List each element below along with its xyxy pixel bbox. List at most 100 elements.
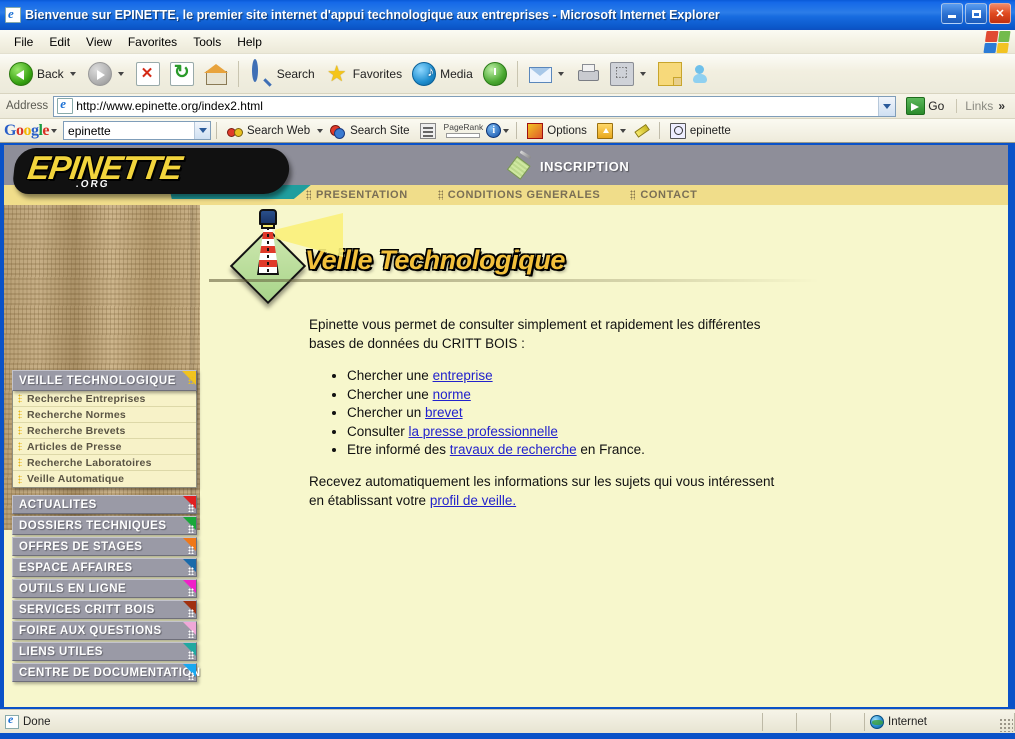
- sidebar-item-centre-de-documentation[interactable]: CENTRE DE DOCUMENTATION: [12, 663, 200, 682]
- link-brevet[interactable]: brevet: [425, 405, 463, 420]
- google-search-history-dropdown[interactable]: [194, 122, 211, 139]
- forward-button[interactable]: [83, 57, 131, 91]
- go-label: Go: [928, 99, 945, 113]
- minimize-button[interactable]: [941, 3, 963, 24]
- back-button[interactable]: Back: [4, 57, 83, 91]
- resize-grip[interactable]: [999, 718, 1013, 732]
- link-la-presse-professionnelle[interactable]: la presse professionnelle: [409, 424, 558, 439]
- toolbar-separator: [237, 60, 239, 87]
- google-options-button[interactable]: Options: [522, 122, 592, 140]
- address-input[interactable]: http://www.epinette.org/index2.html: [53, 95, 897, 117]
- sidebar-item-liens-utiles[interactable]: LIENS UTILES: [12, 642, 197, 661]
- nav-item-contact[interactable]: CONTACT: [630, 189, 697, 201]
- maximize-button[interactable]: [965, 3, 987, 24]
- google-search-web-button[interactable]: Search Web: [222, 122, 315, 140]
- home-button[interactable]: [199, 57, 233, 91]
- back-dropdown-icon[interactable]: [69, 71, 76, 76]
- logo-org-suffix: .ORG: [75, 179, 111, 190]
- google-autofill-button[interactable]: [592, 122, 618, 140]
- search-button[interactable]: Search: [244, 57, 320, 91]
- google-separator-3: [658, 122, 660, 139]
- google-menu-dropdown-icon[interactable]: [51, 128, 58, 133]
- title-divider: [209, 279, 819, 282]
- search-web-dropdown-icon[interactable]: [317, 128, 324, 133]
- google-highlight-button[interactable]: [628, 122, 654, 140]
- link-profil-de-veille[interactable]: profil de veille.: [430, 493, 516, 508]
- links-button[interactable]: Links »: [956, 99, 1011, 113]
- page-info-icon[interactable]: i: [486, 123, 502, 138]
- stop-button[interactable]: [131, 57, 165, 91]
- sidebar-item-recherche-laboratoires[interactable]: Recherche Laboratoires: [13, 455, 196, 471]
- menu-item-edit[interactable]: Edit: [41, 33, 78, 51]
- forward-dropdown-icon[interactable]: [117, 71, 124, 76]
- mail-button[interactable]: [523, 57, 571, 91]
- back-arrow-icon: [9, 61, 33, 86]
- menu-item-file[interactable]: File: [6, 33, 41, 51]
- links-chevron-icon[interactable]: »: [998, 99, 1005, 113]
- window-title: Bienvenue sur EPINETTE, le premier site …: [25, 8, 720, 22]
- google-toolbar: Google epinette Search Web Search Site P…: [0, 119, 1015, 143]
- autofill-dropdown-icon[interactable]: [619, 128, 626, 133]
- sidebar-item-espace-affaires[interactable]: ESPACE AFFAIRES: [12, 558, 197, 577]
- bullet-dots-icon: [18, 410, 22, 419]
- go-arrow-icon: [906, 97, 926, 115]
- inscription-label: INSCRIPTION: [540, 158, 630, 174]
- epinette-logo[interactable]: EPINETTE .ORG: [11, 148, 304, 200]
- messenger-button[interactable]: [687, 57, 721, 91]
- media-button[interactable]: Media: [407, 57, 478, 91]
- sidebar-sub-label: Recherche Laboratoires: [27, 456, 152, 469]
- mail-dropdown-icon[interactable]: [557, 71, 564, 76]
- page-icon: [57, 96, 74, 114]
- sidebar-item-foire-aux-questions[interactable]: FOIRE AUX QUESTIONS: [12, 621, 197, 640]
- menu-item-favorites[interactable]: Favorites: [120, 33, 185, 51]
- link-travaux-de-recherche[interactable]: travaux de recherche: [450, 442, 577, 457]
- security-zone-pane[interactable]: Internet: [865, 712, 1015, 731]
- sidebar-group-veille-technologique[interactable]: VEILLE TECHNOLOGIQUE: [12, 370, 197, 391]
- sidebar-item-veille-automatique[interactable]: Veille Automatique: [13, 471, 196, 487]
- sticky-note-icon: [657, 61, 682, 86]
- refresh-button[interactable]: [165, 57, 199, 91]
- site-search-icon: [330, 123, 346, 139]
- menu-item-view[interactable]: View: [78, 33, 120, 51]
- edit-button[interactable]: [605, 57, 653, 91]
- print-button[interactable]: [571, 57, 605, 91]
- zone-label: Internet: [888, 715, 927, 728]
- close-button[interactable]: ✕: [989, 3, 1011, 24]
- link-norme[interactable]: norme: [433, 387, 471, 402]
- sidebar-item-dossiers-techniques[interactable]: DOSSIERS TECHNIQUES: [12, 516, 197, 535]
- sidebar-item-services-critt-bois[interactable]: SERVICES CRITT BOIS: [12, 600, 197, 619]
- google-search-input[interactable]: epinette: [63, 121, 212, 140]
- inscription-button[interactable]: INSCRIPTION: [506, 150, 630, 180]
- body-text: Epinette vous permet de consulter simple…: [309, 315, 779, 524]
- sidebar-item-label: OFFRES DE STAGES: [19, 540, 143, 553]
- main-content: Veille Technologique Epinette vous perme…: [209, 207, 999, 508]
- sidebar-item-recherche-normes[interactable]: Recherche Normes: [13, 407, 196, 423]
- nav-item-presentation[interactable]: PRESENTATION: [306, 189, 408, 201]
- sidebar-item-actualites[interactable]: ACTUALITES: [12, 495, 197, 514]
- google-found-term-button[interactable]: epinette: [665, 122, 736, 140]
- sidebar-item-recherche-entreprises[interactable]: Recherche Entreprises: [13, 391, 196, 407]
- go-button[interactable]: Go: [902, 96, 948, 116]
- google-search-site-button[interactable]: Search Site: [325, 122, 414, 140]
- menu-item-help[interactable]: Help: [229, 33, 270, 51]
- google-logo[interactable]: Google: [4, 122, 49, 140]
- toolbar-separator-2: [516, 60, 518, 87]
- nav-item-conditions-generales[interactable]: CONDITIONS GENERALES: [437, 189, 601, 201]
- nav-label-presentation: PRESENTATION: [316, 189, 408, 201]
- notes-button[interactable]: [653, 57, 687, 91]
- sidebar-item-outils-en-ligne[interactable]: OUTILS EN LIGNE: [12, 579, 197, 598]
- menu-item-tools[interactable]: Tools: [185, 33, 229, 51]
- messenger-person-icon: [692, 62, 716, 86]
- bullet-dots-icon: [18, 426, 22, 435]
- favorites-button[interactable]: Favorites: [320, 57, 407, 91]
- edit-dropdown-icon[interactable]: [639, 71, 646, 76]
- address-dropdown-button[interactable]: [878, 96, 896, 116]
- page-info-dropdown-icon[interactable]: [503, 128, 510, 133]
- history-button[interactable]: [478, 57, 512, 91]
- sidebar-item-offres-de-stages[interactable]: OFFRES DE STAGES: [12, 537, 197, 556]
- bullet-text-before: Chercher une: [347, 368, 433, 383]
- link-entreprise[interactable]: entreprise: [433, 368, 493, 383]
- sidebar-item-recherche-brevets[interactable]: Recherche Brevets: [13, 423, 196, 439]
- sidebar-item-articles-de-presse[interactable]: Articles de Presse: [13, 439, 196, 455]
- google-news-button[interactable]: [415, 122, 441, 140]
